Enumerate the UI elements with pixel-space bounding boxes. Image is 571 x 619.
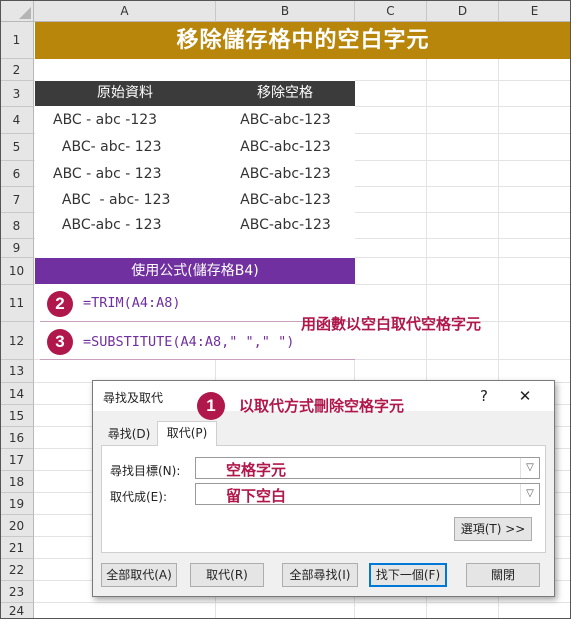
- replace-all-button[interactable]: 全部取代(A): [101, 563, 177, 587]
- row-header-19[interactable]: 19: [0, 493, 34, 515]
- cell-b7[interactable]: ABC-abc-123: [216, 187, 355, 213]
- note-replace-method: 以取代方式刪除空格字元: [239, 397, 405, 415]
- options-button[interactable]: 選項(T) >>: [454, 517, 532, 541]
- replace-value: 留下空白: [226, 487, 287, 505]
- row-header-9[interactable]: 9: [0, 239, 34, 258]
- formula-substitute[interactable]: =SUBSTITUTE(A4:A8," "," "): [83, 334, 294, 350]
- replace-button[interactable]: 取代(R): [190, 563, 264, 587]
- row-header-1[interactable]: 1: [0, 22, 34, 59]
- row-header-12[interactable]: 12: [0, 322, 34, 360]
- row-header-14[interactable]: 14: [0, 383, 34, 405]
- replace-panel: 尋找目標(N): 空格字元 ▽ 取代成(E): 留下空白 ▽ 選項(T) >>: [101, 445, 546, 553]
- column-header-e[interactable]: E: [499, 0, 571, 22]
- cell-b5[interactable]: ABC-abc-123: [216, 134, 355, 160]
- cell-a4[interactable]: ABC - abc -123: [35, 107, 233, 133]
- cell-b8[interactable]: ABC-abc-123: [216, 212, 355, 238]
- row-header-7[interactable]: 7: [0, 187, 34, 213]
- replace-input[interactable]: 留下空白 ▽: [195, 483, 540, 505]
- row-header-3[interactable]: 3: [0, 81, 34, 107]
- row-header-13[interactable]: 13: [0, 360, 34, 383]
- tab-replace[interactable]: 取代(P): [157, 421, 217, 446]
- dialog-title: 尋找及取代: [103, 391, 164, 405]
- find-input[interactable]: 空格字元 ▽: [195, 457, 540, 479]
- row-header-16[interactable]: 16: [0, 427, 34, 449]
- find-value: 空格字元: [226, 461, 287, 479]
- find-label: 尋找目標(N):: [110, 464, 181, 478]
- close-button[interactable]: 關閉: [466, 563, 540, 587]
- cell-b6[interactable]: ABC-abc-123: [216, 161, 355, 187]
- cell-a6[interactable]: ABC - abc - 123: [35, 161, 233, 187]
- cell-b4[interactable]: ABC-abc-123: [216, 107, 355, 133]
- find-next-button[interactable]: 找下一個(F): [369, 563, 447, 587]
- row-header-2[interactable]: 2: [0, 59, 34, 81]
- help-icon[interactable]: ?: [473, 385, 495, 407]
- sheet-title[interactable]: 移除儲存格中的空白字元: [35, 22, 571, 59]
- chevron-down-icon[interactable]: ▽: [520, 458, 539, 478]
- row-header-22[interactable]: 22: [0, 559, 34, 581]
- find-all-button[interactable]: 全部尋找(I): [282, 563, 358, 587]
- note-function-replace: 用函數以空白取代空格字元: [301, 315, 482, 333]
- chevron-down-icon[interactable]: ▽: [520, 484, 539, 504]
- row-header-6[interactable]: 6: [0, 161, 34, 187]
- header-original-data[interactable]: 原始資料: [35, 81, 215, 106]
- column-header-a[interactable]: A: [34, 0, 216, 22]
- row-header-15[interactable]: 15: [0, 405, 34, 427]
- close-icon[interactable]: ✕: [514, 385, 536, 407]
- cell-a5[interactable]: ABC- abc- 123: [35, 134, 233, 160]
- column-header-c[interactable]: C: [355, 0, 427, 22]
- row-header-21[interactable]: 21: [0, 537, 34, 559]
- badge-1: 1: [197, 392, 225, 420]
- cell-a8[interactable]: ABC-abc - 123: [35, 212, 233, 238]
- column-header-d[interactable]: D: [427, 0, 499, 22]
- header-removed-spaces[interactable]: 移除空格: [215, 81, 355, 106]
- select-all-corner[interactable]: [0, 0, 34, 22]
- replace-label: 取代成(E):: [110, 490, 167, 504]
- badge-2: 2: [47, 291, 73, 317]
- row-header-8[interactable]: 8: [0, 213, 34, 239]
- formula-header[interactable]: 使用公式(儲存格B4): [35, 258, 355, 284]
- formula-trim[interactable]: =TRIM(A4:A8): [83, 295, 181, 311]
- cell-a7[interactable]: ABC - abc- 123: [35, 187, 233, 213]
- badge-3: 3: [47, 329, 73, 355]
- row-header-4[interactable]: 4: [0, 107, 34, 134]
- row-header-5[interactable]: 5: [0, 134, 34, 161]
- row-header-11[interactable]: 11: [0, 285, 34, 322]
- column-header-b[interactable]: B: [216, 0, 355, 22]
- row-header-10[interactable]: 10: [0, 258, 34, 285]
- row-header-18[interactable]: 18: [0, 471, 34, 493]
- row-header-23[interactable]: 23: [0, 581, 34, 603]
- row-header-17[interactable]: 17: [0, 449, 34, 471]
- row-header-24[interactable]: 24: [0, 603, 34, 619]
- tab-find[interactable]: 尋找(D): [101, 423, 157, 445]
- row-header-20[interactable]: 20: [0, 515, 34, 537]
